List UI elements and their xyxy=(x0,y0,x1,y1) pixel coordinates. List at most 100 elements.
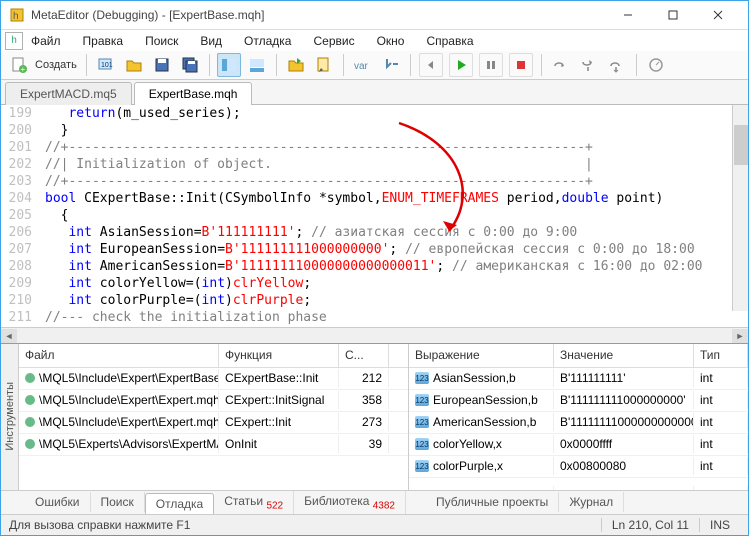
editor-hscrollbar[interactable]: ◄ ► xyxy=(1,327,748,342)
code-line[interactable]: 202//| Initialization of object. | xyxy=(1,156,748,173)
svg-text:101: 101 xyxy=(101,62,113,69)
menu-search[interactable]: Поиск xyxy=(135,32,188,50)
menu-debug[interactable]: Отладка xyxy=(234,32,301,50)
code-line[interactable]: 199 return(m_used_series); xyxy=(1,105,748,122)
watch-head-val[interactable]: Значение xyxy=(554,344,694,367)
btab-lib[interactable]: Библиотека 4382 xyxy=(294,491,406,514)
line-number: 206 xyxy=(1,225,39,240)
menu-edit[interactable]: Правка xyxy=(73,32,134,50)
menu-help[interactable]: Справка xyxy=(416,32,483,50)
code-line[interactable]: 201//+----------------------------------… xyxy=(1,139,748,156)
code-line[interactable]: 208 int AmericanSession=B'11111111000000… xyxy=(1,258,748,275)
code-line[interactable]: 207 int EuropeanSession=B'11111111100000… xyxy=(1,241,748,258)
scroll-left-icon[interactable]: ◄ xyxy=(1,329,17,343)
app-icon: h xyxy=(9,7,25,23)
restore-doc-icon[interactable]: h xyxy=(5,32,23,50)
status-ins: INS xyxy=(699,518,740,532)
window-title: MetaEditor (Debugging) - [ExpertBase.mqh… xyxy=(31,8,605,22)
tab-expertmacd[interactable]: ExpertMACD.mq5 xyxy=(5,82,132,105)
pause-debug-button[interactable] xyxy=(479,53,503,77)
line-number: 203 xyxy=(1,174,39,189)
toolbox-toggle[interactable] xyxy=(245,53,269,77)
call-stack-panel: Файл Функция С... \MQL5\Include\Expert\E… xyxy=(19,344,409,490)
menu-file[interactable]: Файл xyxy=(25,32,71,50)
step-in-button[interactable] xyxy=(577,53,601,77)
watch-row[interactable]: 123EuropeanSession,bB'111111111000000000… xyxy=(409,390,748,412)
watch-row-empty[interactable] xyxy=(409,478,748,490)
code-line[interactable]: 200 } xyxy=(1,122,748,139)
step-into-button[interactable] xyxy=(379,53,403,77)
step-over-button[interactable] xyxy=(549,53,573,77)
watch-head-expr[interactable]: Выражение xyxy=(409,344,554,367)
scroll-right-icon[interactable]: ► xyxy=(732,329,748,343)
stop-debug-button[interactable] xyxy=(509,53,533,77)
code-line[interactable]: 210 int colorPurple=(int)clrPurple; xyxy=(1,292,748,309)
open-button[interactable] xyxy=(122,53,146,77)
line-number: 200 xyxy=(1,123,39,138)
line-number: 210 xyxy=(1,293,39,308)
code-editor[interactable]: 199 return(m_used_series);200 }201//+---… xyxy=(1,105,748,327)
code-line[interactable]: 203//+----------------------------------… xyxy=(1,173,748,190)
code-line[interactable]: 211//--- check the initialization phase xyxy=(1,309,748,326)
debug-back-button[interactable] xyxy=(419,53,443,77)
step-out-button[interactable] xyxy=(605,53,629,77)
btab-debug[interactable]: Отладка xyxy=(145,493,214,514)
code-line[interactable]: 205 { xyxy=(1,207,748,224)
navigator-toggle[interactable] xyxy=(217,53,241,77)
code-line[interactable]: 206 int AsianSession=B'111111111'; // аз… xyxy=(1,224,748,241)
btab-articles[interactable]: Статьи 522 xyxy=(214,491,294,514)
close-button[interactable] xyxy=(695,1,740,29)
var-icon: 123 xyxy=(415,394,429,406)
tab-expertbase[interactable]: ExpertBase.mqh xyxy=(134,82,253,105)
stack-head-line[interactable]: С... xyxy=(339,344,389,367)
var-icon: 123 xyxy=(415,460,429,472)
code-line[interactable]: 209 int colorYellow=(int)clrYellow; xyxy=(1,275,748,292)
btab-public[interactable]: Публичные проекты xyxy=(426,492,559,512)
line-number: 199 xyxy=(1,106,39,121)
line-number: 205 xyxy=(1,208,39,223)
watch-head-type[interactable]: Тип xyxy=(694,344,748,367)
stack-row[interactable]: \MQL5\Include\Expert\Expert.mqhCExpert::… xyxy=(19,390,408,412)
maximize-button[interactable] xyxy=(650,1,695,29)
stack-row[interactable]: \MQL5\Experts\Advisors\ExpertMA...OnInit… xyxy=(19,434,408,456)
stack-frame-icon xyxy=(25,373,35,383)
menu-window[interactable]: Окно xyxy=(367,32,415,50)
menu-service[interactable]: Сервис xyxy=(303,32,364,50)
btab-journal[interactable]: Журнал xyxy=(559,492,624,512)
stack-frame-icon xyxy=(25,417,35,427)
btab-search[interactable]: Поиск xyxy=(91,492,145,512)
save-button[interactable] xyxy=(150,53,174,77)
watch-row[interactable]: 123AsianSession,bB'111111111'int xyxy=(409,368,748,390)
stack-row[interactable]: \MQL5\Include\Expert\ExpertBase...CExper… xyxy=(19,368,408,390)
toolbox-sidebar[interactable]: Инструменты xyxy=(1,344,19,490)
svg-text:h: h xyxy=(13,11,19,22)
stack-row[interactable]: \MQL5\Include\Expert\Expert.mqhCExpert::… xyxy=(19,412,408,434)
line-number: 209 xyxy=(1,276,39,291)
svg-text:+: + xyxy=(21,65,26,74)
profile-button[interactable] xyxy=(644,53,668,77)
watch-panel: Выражение Значение Тип 123AsianSession,b… xyxy=(409,344,748,490)
var-icon: 123 xyxy=(415,416,429,428)
watch-row[interactable]: 123AmericanSession,bB'111111110000000000… xyxy=(409,412,748,434)
start-debug-button[interactable] xyxy=(449,53,473,77)
code-line[interactable]: 204bool CExpertBase::Init(CSymbolInfo *s… xyxy=(1,190,748,207)
toolbar: + Создать 101 var xyxy=(1,51,748,80)
var-button[interactable]: var xyxy=(351,53,375,77)
line-number: 204 xyxy=(1,191,39,206)
minimize-button[interactable] xyxy=(605,1,650,29)
styler-button[interactable] xyxy=(312,53,336,77)
menu-view[interactable]: Вид xyxy=(190,32,232,50)
watch-row[interactable]: 123colorYellow,x0x0000ffffint xyxy=(409,434,748,456)
new-button[interactable]: + xyxy=(7,53,31,77)
compile-button[interactable]: 101 xyxy=(94,53,118,77)
stack-head-func[interactable]: Функция xyxy=(219,344,339,367)
editor-vscrollbar[interactable] xyxy=(732,105,748,311)
btab-errors[interactable]: Ошибки xyxy=(25,492,91,512)
stack-head-file[interactable]: Файл xyxy=(19,344,219,367)
status-pos: Ln 210, Col 11 xyxy=(601,518,699,532)
var-icon: 123 xyxy=(415,438,429,450)
watch-row[interactable]: 123colorPurple,x0x00800080int xyxy=(409,456,748,478)
save-all-button[interactable] xyxy=(178,53,202,77)
new-label[interactable]: Создать xyxy=(35,59,77,71)
terminal-button[interactable] xyxy=(284,53,308,77)
